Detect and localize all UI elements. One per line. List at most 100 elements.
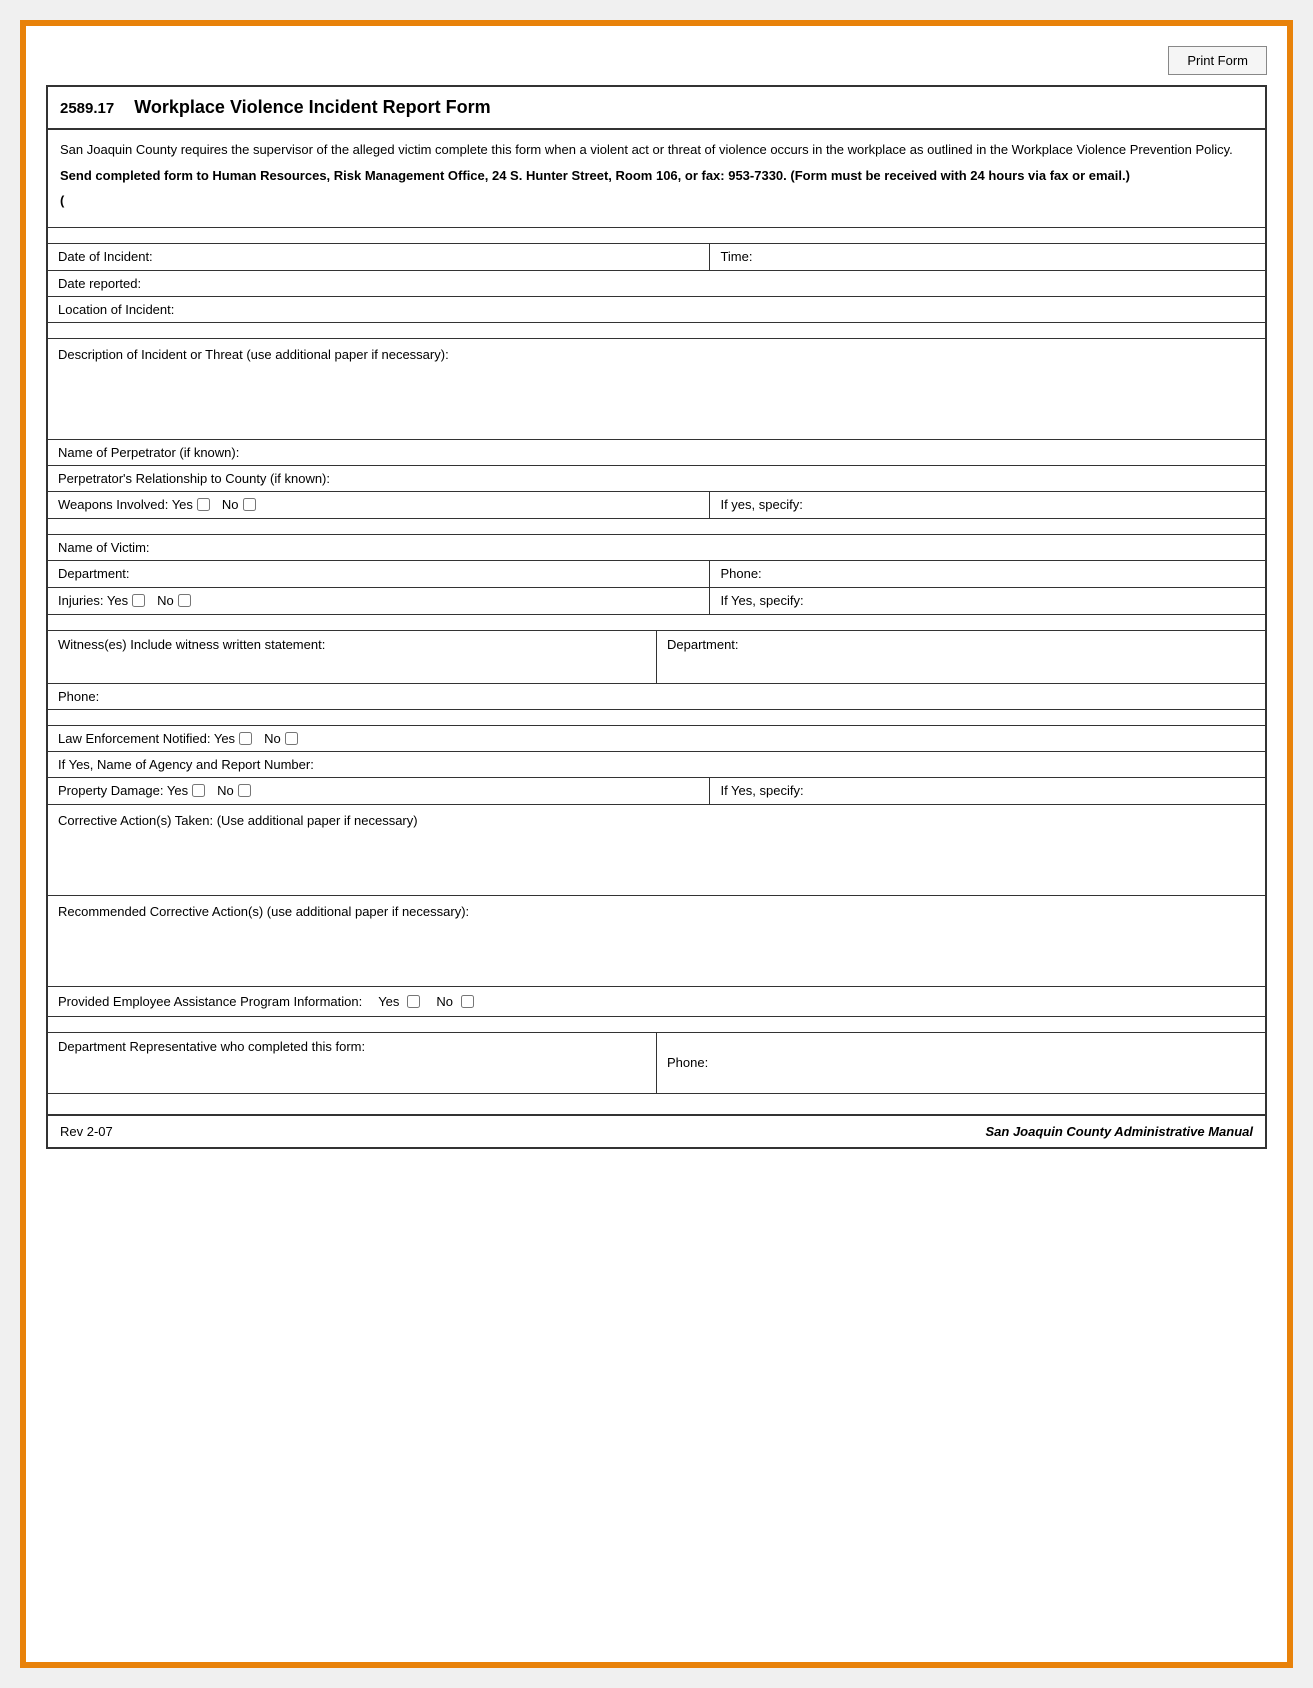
footer-manual: San Joaquin County Administrative Manual [986, 1124, 1254, 1139]
corrective-action-section: Corrective Action(s) Taken: (Use additio… [48, 805, 1265, 896]
witness-phone-input[interactable] [103, 689, 1255, 704]
witness-dept-input[interactable] [743, 637, 1255, 652]
phone-cell: Phone: [710, 561, 1265, 587]
spacer-7 [48, 1094, 1265, 1114]
date-reported-input[interactable] [145, 276, 1255, 291]
perpetrator-relationship-input[interactable] [334, 471, 1255, 486]
form-title: Workplace Violence Incident Report Form [134, 97, 490, 118]
weapons-no-label: No [222, 497, 239, 512]
weapons-specify-input[interactable] [807, 497, 1255, 512]
agency-report-row: If Yes, Name of Agency and Report Number… [48, 752, 1265, 778]
witness-dept-label: Department: [667, 637, 739, 652]
location-input[interactable] [178, 302, 1255, 317]
dept-phone-row: Department: Phone: [48, 561, 1265, 588]
eap-label: Provided Employee Assistance Program Inf… [58, 994, 362, 1009]
property-damage-row: Property Damage: Yes No If Yes, specify: [48, 778, 1265, 805]
time-input[interactable] [756, 249, 1255, 264]
perpetrator-name-input[interactable] [243, 445, 1255, 460]
witnesses-label: Witness(es) Include witness written stat… [58, 637, 646, 652]
spacer-4 [48, 615, 1265, 631]
victim-name-label: Name of Victim: [58, 540, 150, 555]
property-damage-specify-label: If Yes, specify: [720, 783, 803, 798]
property-damage-cell: Property Damage: Yes No [48, 778, 710, 804]
agency-report-input[interactable] [318, 757, 1255, 772]
dept-rep-input[interactable] [58, 1070, 646, 1085]
property-damage-no-label: No [217, 783, 234, 798]
recommended-corrective-section: Recommended Corrective Action(s) (use ad… [48, 896, 1265, 987]
page-wrapper: Print Form 2589.17 Workplace Violence In… [20, 20, 1293, 1668]
injuries-specify-cell: If Yes, specify: [710, 588, 1265, 614]
dept-cell: Department: [48, 561, 710, 587]
eap-yes-label: Yes [378, 994, 399, 1009]
form-number: 2589.17 [60, 100, 114, 117]
injuries-row: Injuries: Yes No If Yes, specify: [48, 588, 1265, 615]
eap-no-checkbox[interactable] [461, 995, 474, 1008]
corrective-action-textarea[interactable] [58, 834, 1255, 884]
spacer-1 [48, 228, 1265, 244]
dept-rep-right: Phone: [657, 1033, 1265, 1093]
injuries-specify-input[interactable] [808, 593, 1255, 608]
description-textarea[interactable] [58, 368, 1255, 428]
corrective-action-label: Corrective Action(s) Taken: (Use additio… [58, 813, 1255, 828]
spacer-6 [48, 1017, 1265, 1033]
injuries-cell: Injuries: Yes No [48, 588, 710, 614]
form-title-row: 2589.17 Workplace Violence Incident Repo… [48, 87, 1265, 130]
recommended-corrective-label: Recommended Corrective Action(s) (use ad… [58, 904, 1255, 919]
dept-rep-phone-input[interactable] [712, 1055, 1255, 1070]
witness-phone-label: Phone: [58, 689, 99, 704]
eap-row: Provided Employee Assistance Program Inf… [48, 987, 1265, 1017]
spacer-5 [48, 710, 1265, 726]
weapons-specify-label: If yes, specify: [720, 497, 802, 512]
dept-rep-label: Department Representative who completed … [58, 1039, 646, 1054]
property-damage-specify-cell: If Yes, specify: [710, 778, 1265, 804]
law-enforcement-no-checkbox[interactable] [285, 732, 298, 745]
property-damage-specify-input[interactable] [808, 783, 1255, 798]
date-reported-label: Date reported: [58, 276, 141, 291]
perpetrator-name-row: Name of Perpetrator (if known): [48, 440, 1265, 466]
date-of-incident-cell: Date of Incident: [48, 244, 710, 270]
witness-row: Witness(es) Include witness written stat… [48, 631, 1265, 684]
injuries-specify-label: If Yes, specify: [720, 593, 803, 608]
dept-rep-left: Department Representative who completed … [48, 1033, 657, 1093]
dept-rep-row: Department Representative who completed … [48, 1033, 1265, 1094]
recommended-corrective-textarea[interactable] [58, 925, 1255, 975]
weapons-yes-checkbox[interactable] [197, 498, 210, 511]
print-form-button[interactable]: Print Form [1168, 46, 1267, 75]
intro-section: San Joaquin County requires the supervis… [48, 130, 1265, 228]
eap-no-label: No [436, 994, 453, 1009]
injuries-label: Injuries: Yes [58, 593, 128, 608]
property-damage-no-checkbox[interactable] [238, 784, 251, 797]
victim-name-input[interactable] [154, 540, 1255, 555]
property-damage-label: Property Damage: Yes [58, 783, 188, 798]
law-enforcement-row: Law Enforcement Notified: Yes No [48, 726, 1265, 752]
weapons-label: Weapons Involved: Yes [58, 497, 193, 512]
witnesses-input[interactable] [58, 656, 646, 671]
witness-phone-row: Phone: [48, 684, 1265, 710]
spacer-2 [48, 323, 1265, 339]
email-line: ( [60, 191, 1253, 211]
bold-instructions: Send completed form to Human Resources, … [60, 166, 1253, 186]
location-row: Location of Incident: [48, 297, 1265, 323]
witness-left: Witness(es) Include witness written stat… [48, 631, 657, 683]
weapons-no-checkbox[interactable] [243, 498, 256, 511]
property-damage-yes-checkbox[interactable] [192, 784, 205, 797]
weapons-specify-cell: If yes, specify: [710, 492, 1265, 518]
date-of-incident-label: Date of Incident: [58, 249, 153, 264]
date-of-incident-input[interactable] [157, 249, 700, 264]
location-label: Location of Incident: [58, 302, 174, 317]
injuries-no-checkbox[interactable] [178, 594, 191, 607]
law-enforcement-label: Law Enforcement Notified: Yes [58, 731, 235, 746]
eap-yes-checkbox[interactable] [407, 995, 420, 1008]
phone-input[interactable] [766, 566, 1255, 581]
dept-input[interactable] [134, 566, 700, 581]
injuries-yes-checkbox[interactable] [132, 594, 145, 607]
witness-right: Department: [657, 631, 1265, 683]
law-enforcement-yes-checkbox[interactable] [239, 732, 252, 745]
description-label: Description of Incident or Threat (use a… [58, 347, 1255, 362]
intro-paragraph: San Joaquin County requires the supervis… [60, 140, 1253, 160]
form-container: 2589.17 Workplace Violence Incident Repo… [46, 85, 1267, 1149]
dept-rep-phone-label: Phone: [667, 1055, 708, 1070]
footer-rev: Rev 2-07 [60, 1124, 113, 1139]
time-label: Time: [720, 249, 752, 264]
injuries-no-label: No [157, 593, 174, 608]
